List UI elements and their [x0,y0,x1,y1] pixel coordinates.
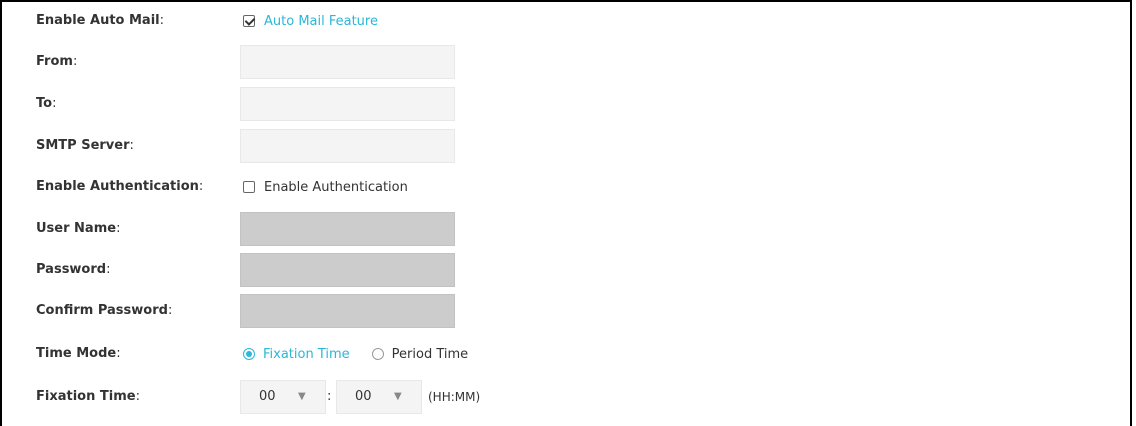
fixation-time-label: Fixation Time: [36,389,140,404]
password-label: Password: [36,262,111,277]
enable-auto-mail-label: Enable Auto Mail: [36,13,165,28]
period-time-radio-label[interactable]: Period Time [392,347,468,362]
period-time-radio[interactable] [371,348,384,360]
authentication-checkbox-group[interactable]: Enable Authentication [243,170,408,204]
time-separator: : [327,389,332,404]
smtp-server-label: SMTP Server: [36,138,134,153]
auto-mail-feature-label[interactable]: Auto Mail Feature [264,14,378,29]
minute-value: 00 [355,389,372,404]
row-smtp-server: SMTP Server: [0,129,1100,163]
row-to: To: [0,87,1100,121]
confirm-password-label: Confirm Password: [36,303,173,318]
to-input[interactable] [240,87,455,121]
row-user-name: User Name: [0,212,1100,246]
row-from: From: [0,45,1100,79]
authentication-checkbox[interactable] [243,181,255,193]
row-enable-auto-mail: Enable Auto Mail: Auto Mail Feature [0,4,1100,38]
row-enable-authentication: Enable Authentication: Enable Authentica… [0,170,1100,204]
chevron-down-icon: ▼ [298,391,306,402]
hour-value: 00 [259,389,276,404]
user-name-label: User Name: [36,221,121,236]
user-name-input[interactable] [240,212,455,246]
auto-mail-checkbox[interactable] [243,15,255,27]
row-password: Password: [0,253,1100,287]
password-input[interactable] [240,253,455,287]
confirm-password-input[interactable] [240,294,455,328]
time-mode-label: Time Mode: [36,346,121,361]
hour-select[interactable]: 00 ▼ [240,380,326,414]
fixation-time-radio[interactable] [243,348,255,360]
chevron-down-icon: ▼ [394,391,402,402]
authentication-checkbox-label[interactable]: Enable Authentication [264,180,408,195]
enable-authentication-label: Enable Authentication: [36,179,204,194]
row-time-mode: Time Mode: Fixation Time Period Time [0,337,1100,371]
from-label: From: [36,54,78,69]
row-fixation-time: Fixation Time: 00 ▼ : 00 ▼ (HH:MM) [0,380,1100,414]
to-label: To: [36,96,57,111]
fixation-time-radio-label[interactable]: Fixation Time [263,347,350,362]
time-mode-radio-group: Fixation Time Period Time [243,337,468,371]
from-input[interactable] [240,45,455,79]
time-format-hint: (HH:MM) [428,390,481,404]
smtp-server-input[interactable] [240,129,455,163]
auto-mail-checkbox-group[interactable]: Auto Mail Feature [243,4,378,38]
row-confirm-password: Confirm Password: [0,294,1100,328]
minute-select[interactable]: 00 ▼ [336,380,422,414]
